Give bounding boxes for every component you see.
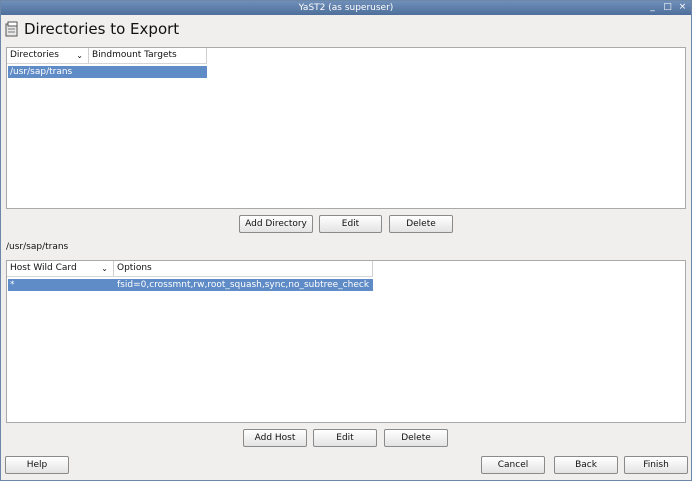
back-button[interactable]: Back — [554, 456, 618, 474]
directory-icon — [5, 21, 18, 37]
delete-host-button[interactable]: Delete — [384, 429, 448, 447]
column-directories[interactable]: Directories ⌄ — [7, 48, 89, 63]
column-bindmount-targets[interactable]: Bindmount Targets — [89, 48, 207, 63]
window-title: YaST2 (as superuser) — [298, 3, 394, 13]
page-title: Directories to Export — [24, 20, 180, 38]
column-host-wild-card-label: Host Wild Card — [10, 263, 77, 273]
table-row[interactable]: /usr/sap/trans — [8, 66, 207, 78]
column-options-label: Options — [117, 263, 152, 273]
finish-button[interactable]: Finish — [624, 456, 688, 474]
selected-directory-label: /usr/sap/trans — [6, 242, 69, 252]
directories-table-header: Directories ⌄ Bindmount Targets — [7, 48, 207, 64]
close-icon[interactable]: × — [678, 1, 687, 15]
minimize-icon[interactable]: _ — [648, 1, 657, 15]
directory-cell: /usr/sap/trans — [10, 67, 73, 77]
edit-host-button[interactable]: Edit — [313, 429, 377, 447]
chevron-down-icon: ⌄ — [101, 264, 108, 273]
yast-window: YaST2 (as superuser) _ □ × Directories t… — [0, 0, 692, 481]
edit-directory-button[interactable]: Edit — [319, 215, 382, 233]
title-bar: YaST2 (as superuser) _ □ × — [1, 1, 691, 15]
window-controls: _ □ × — [648, 1, 687, 15]
chevron-down-icon: ⌄ — [76, 51, 83, 60]
page-heading: Directories to Export — [5, 18, 179, 40]
cancel-button[interactable]: Cancel — [481, 456, 545, 474]
column-directories-label: Directories — [10, 50, 59, 60]
hosts-table-header: Host Wild Card ⌄ Options — [7, 261, 373, 277]
column-bindmount-targets-label: Bindmount Targets — [92, 50, 177, 60]
column-options[interactable]: Options — [114, 261, 373, 276]
hosts-table[interactable]: Host Wild Card ⌄ Options * fsid=0,crossm… — [6, 260, 686, 423]
options-cell: fsid=0,crossmnt,rw,root_squash,sync,no_s… — [117, 280, 370, 290]
maximize-icon[interactable]: □ — [663, 1, 672, 15]
directories-table[interactable]: Directories ⌄ Bindmount Targets /usr/sap… — [6, 47, 686, 209]
table-row[interactable]: * fsid=0,crossmnt,rw,root_squash,sync,no… — [8, 279, 373, 291]
host-cell: * — [10, 280, 15, 290]
add-host-button[interactable]: Add Host — [243, 429, 307, 447]
column-host-wild-card[interactable]: Host Wild Card ⌄ — [7, 261, 114, 276]
add-directory-button[interactable]: Add Directory — [239, 215, 313, 233]
help-button[interactable]: Help — [5, 456, 69, 474]
bindmount-target-cell — [90, 66, 207, 78]
delete-directory-button[interactable]: Delete — [389, 215, 453, 233]
